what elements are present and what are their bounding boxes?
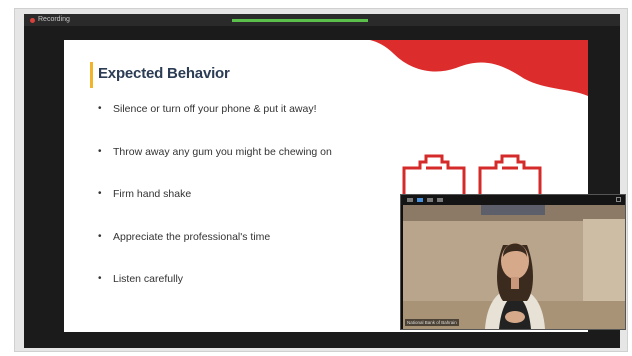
recording-label: Recording	[30, 14, 70, 26]
record-indicator-icon	[30, 17, 35, 23]
expand-icon[interactable]	[616, 197, 621, 202]
bullet-text: Listen carefully	[113, 273, 184, 285]
bullet-item: • Throw away any gum you might be chewing…	[98, 145, 332, 188]
video-feed	[403, 205, 625, 329]
bullet-item: • Listen carefully	[98, 272, 332, 315]
bullet-icon: •	[98, 188, 102, 199]
screen-share-indicator	[232, 19, 368, 22]
minimize-icon[interactable]	[407, 198, 413, 202]
participant-name: National Bank of Bahrain	[405, 319, 459, 326]
bullet-icon: •	[98, 145, 102, 157]
gallery-icon[interactable]	[427, 198, 433, 202]
bullet-text: Firm hand shake	[113, 188, 192, 200]
layout-icon[interactable]	[437, 198, 443, 202]
bullet-icon: •	[98, 230, 102, 242]
slide-title: Expected Behavior	[98, 65, 230, 82]
bullet-text: Appreciate the professional's time	[113, 230, 271, 243]
bullet-icon: •	[98, 103, 102, 114]
decorative-wave	[370, 40, 588, 96]
window-label-text: Recording	[38, 16, 70, 23]
screen: Recording Expected Behavior • Silence or …	[0, 0, 632, 356]
bullet-list: • Silence or turn off your phone & put it…	[98, 102, 332, 315]
bullet-item: • Appreciate the professional's time	[98, 230, 332, 273]
bullet-item: • Firm hand shake	[98, 187, 332, 230]
bullet-text: Silence or turn off your phone & put it …	[113, 103, 317, 115]
video-mode-icon[interactable]	[417, 198, 423, 202]
participant-video[interactable]: National Bank of Bahrain	[400, 194, 626, 330]
title-accent-bar	[90, 62, 93, 88]
bullet-text: Throw away any gum you might be chewing …	[113, 145, 332, 158]
video-toolbar	[401, 195, 625, 205]
bullet-item: • Silence or turn off your phone & put it…	[98, 102, 332, 145]
bullet-icon: •	[98, 273, 102, 284]
